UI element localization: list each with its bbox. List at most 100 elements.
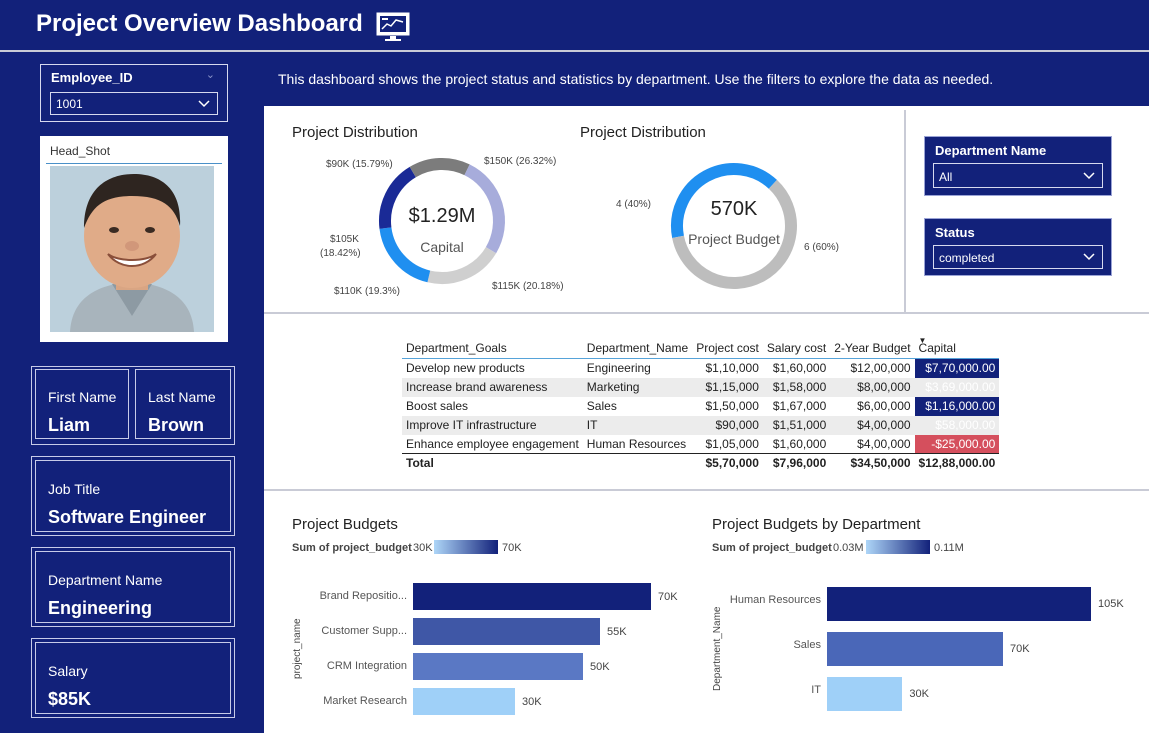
status-filter-value: completed <box>939 251 995 265</box>
bar2-legend-label: Sum of project_budget <box>712 542 832 554</box>
table-cell: IT <box>582 415 693 435</box>
column-header[interactable]: Department_Name <box>582 338 693 359</box>
donut2-chart <box>671 163 797 289</box>
bar[interactable] <box>827 632 1003 666</box>
table-cell: Develop new products <box>406 361 525 376</box>
divider <box>46 163 222 164</box>
table-cell: Enhance employee engagement <box>406 436 579 451</box>
department-label: Department Name <box>48 572 163 588</box>
salary-value: $85K <box>48 689 92 709</box>
bar-value-label: 50K <box>590 660 610 673</box>
table-cell: $90,000 <box>692 415 763 435</box>
bar1-legend-max: 70K <box>502 542 522 554</box>
bar[interactable] <box>413 653 583 680</box>
table-cell: $1,51,000 <box>762 415 831 435</box>
column-header[interactable]: Department_Goals <box>402 338 583 359</box>
bar[interactable] <box>827 587 1091 621</box>
employee-id-label: Employee_ID <box>51 70 133 85</box>
chevron-down-icon <box>1083 172 1095 180</box>
donut-slice[interactable] <box>409 158 470 178</box>
bar-value-label: 55K <box>607 625 627 638</box>
table-row[interactable]: Improve IT infrastructure IT $90,000 $1,51,… <box>402 415 1000 435</box>
table-total-cell: $7,96,000 <box>762 453 831 473</box>
employee-id-dropdown[interactable]: 1001 <box>50 92 218 115</box>
bar1-title: Project Budgets <box>292 516 398 533</box>
table-cell: Increase brand awareness <box>402 377 583 397</box>
table-total-cell: $12,88,000.00 <box>914 453 1000 473</box>
table-cell: $58,000.00 <box>914 415 1000 435</box>
table-row[interactable]: Increase brand awareness Marketing $1,15,0… <box>402 377 1000 397</box>
table-cell: $1,05,000 <box>705 436 759 451</box>
status-filter-label: Status <box>935 225 975 240</box>
donut2-center-label: Project Budget <box>688 231 780 247</box>
department-goals-table: Department_Goals Department_Name Project… <box>402 336 1000 473</box>
job-title-inner: Job Title Software Engineer <box>35 460 231 532</box>
bar-category-label: Customer Supp... <box>321 625 407 637</box>
donut1-label: $110K (19.3%) <box>334 286 400 297</box>
bar-category-label: Brand Repositio... <box>319 590 407 602</box>
employee-id-value: 1001 <box>56 97 83 111</box>
table-cell: Engineering <box>586 361 651 376</box>
donut1-center-value: $1.29M <box>408 205 476 227</box>
table-cell: $1,15,000 <box>692 377 763 397</box>
table-cell: $1,60,000 <box>772 436 827 451</box>
table-header-row: Department_Goals Department_Name Project… <box>402 336 1000 359</box>
column-header[interactable]: Project cost <box>692 338 763 359</box>
table-cell: $4,00,000 <box>830 415 915 435</box>
page-title: Project Overview Dashboard <box>36 10 363 37</box>
collapse-chevron-icon[interactable]: ⌄ <box>206 68 215 81</box>
table-row[interactable]: Boost sales Sales $1,50,000 $1,67,000 $6,00,… <box>402 396 1000 416</box>
dashboard-chart-icon <box>376 12 410 41</box>
head-shot-label: Head_Shot <box>50 144 111 158</box>
dashboard-header: Project Overview Dashboard <box>0 0 1149 52</box>
name-card-border <box>31 366 235 445</box>
bar-category-label: Market Research <box>323 695 407 707</box>
table-total-cell: $5,70,000 <box>692 453 763 473</box>
table-cell: Improve IT infrastructure <box>402 415 583 435</box>
donut1-label: $115K (20.18%) <box>492 281 564 292</box>
bar1-legend-gradient <box>434 540 498 554</box>
table-row[interactable]: Enhance employee engagement Human Resourc… <box>402 434 1000 454</box>
donut1-label: $90K (15.79%) <box>326 159 393 170</box>
donut2-label: 6 (60%) <box>804 242 840 253</box>
column-header[interactable]: 2-Year Budget <box>830 338 915 359</box>
department-filter-value: All <box>939 170 953 184</box>
bar-category-label: IT <box>811 684 821 696</box>
department-dropdown[interactable]: All <box>933 163 1103 188</box>
donut1-label: $105K <box>330 234 359 245</box>
employee-id-slicer: Employee_ID ⌄ 1001 <box>40 64 228 122</box>
bar1-legend-min: 30K <box>413 542 433 554</box>
table-cell: $7,70,000.00 <box>914 358 1000 378</box>
table-cell: Marketing <box>582 377 693 397</box>
column-header[interactable]: Salary cost <box>762 338 831 359</box>
bar[interactable] <box>413 583 651 610</box>
status-dropdown[interactable]: completed <box>933 245 1103 269</box>
bar-category-label: Sales <box>793 639 821 651</box>
table-row[interactable]: Develop new products Engineering $1,10,000… <box>402 358 1000 378</box>
bar[interactable] <box>827 677 903 711</box>
bar-category-label: CRM Integration <box>326 660 407 672</box>
job-title-label: Job Title <box>48 481 101 497</box>
divider <box>264 312 1149 314</box>
table-cell: Sales <box>586 399 617 413</box>
donut1-center-label: Capital <box>420 239 464 255</box>
bar[interactable] <box>413 618 600 645</box>
bar-value-label: 105K <box>1098 598 1124 610</box>
bar[interactable] <box>413 688 515 715</box>
table-cell: $4,00,000 <box>857 436 911 451</box>
donut1-title: Project Distribution <box>292 124 418 141</box>
head-shot-card: Head_Shot <box>40 136 228 342</box>
bar-value-label: 30K <box>522 695 542 708</box>
table-cell: Human Resources <box>586 436 687 451</box>
donut2-label: 4 (40%) <box>616 199 652 210</box>
employee-photo <box>50 166 214 332</box>
main-content: Project Distribution $1.29M Capital $150… <box>264 106 1149 733</box>
chevron-down-icon <box>198 100 210 108</box>
table-total-cell: Total <box>402 453 583 473</box>
table-total-cell <box>582 453 693 473</box>
chevron-down-icon <box>1083 253 1095 261</box>
job-title-card: Job Title Software Engineer <box>31 456 235 536</box>
department-filter: Department Name All <box>924 136 1112 196</box>
column-header-sorted[interactable]: ▼ Capital <box>914 336 1000 359</box>
table-cell: $1,10,000 <box>705 361 759 376</box>
